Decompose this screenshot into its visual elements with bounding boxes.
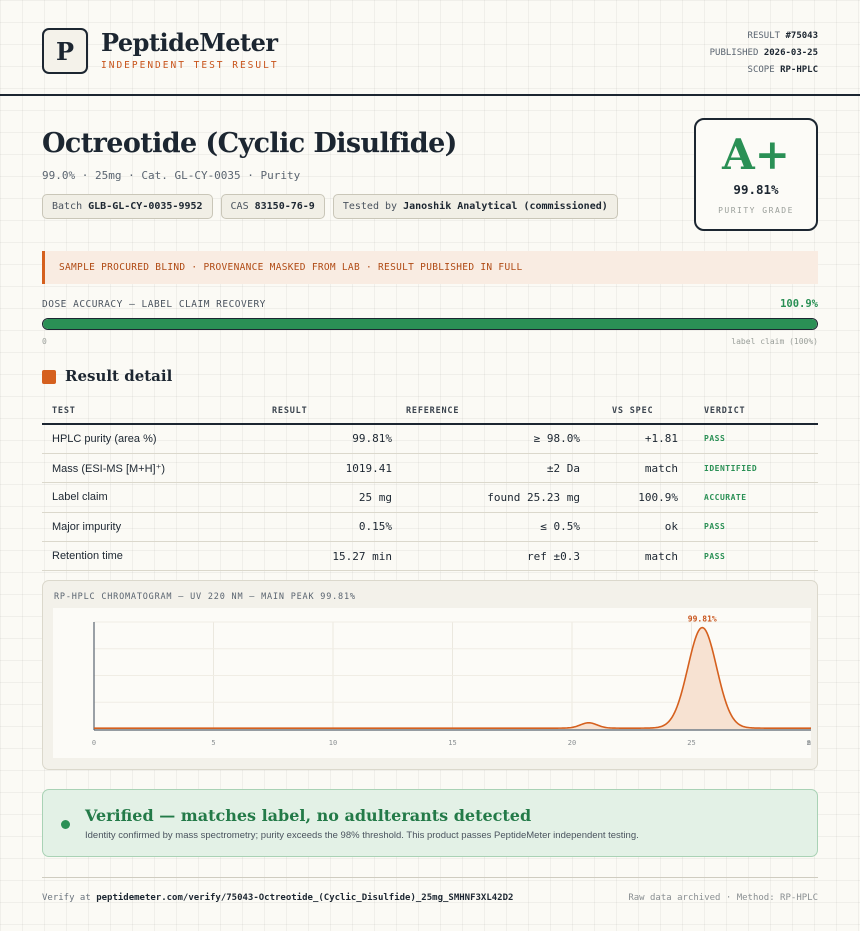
cell-test: Mass (ESI-MS [M+H]⁺) [42,453,262,484]
results-table: TEST RESULT REFERENCE VS SPEC VERDICT HP… [42,398,818,572]
batch-chip: Batch GLB-GL-CY-0035-9952 [42,194,213,219]
scope-label: SCOPE [747,65,775,75]
bar-max-label: label claim (100%) [731,337,818,346]
chromatogram-card: RP-HPLC CHROMATOGRAM — UV 220 NM — MAIN … [42,580,818,770]
verify-url-link[interactable]: peptidemeter.com/verify/75043-Octreotide… [96,893,513,903]
verify-link-text: Verify at peptidemeter.com/verify/75043-… [42,893,513,903]
x-tick-label: 25 [687,739,695,747]
cell-verdict: PASS [678,512,818,543]
grade-label: PURITY GRADE [718,206,794,215]
cell-reference: ref ±0.3 [392,541,580,572]
verification-banner: Verified — matches label, no adulterants… [42,789,818,857]
chip-value: Janoshik Analytical (commissioned) [403,201,608,212]
verify-prefix: Verify at [42,893,91,903]
column-header-reference: REFERENCE [392,398,580,425]
chromatogram-chart: 051015202530min99.81% [53,608,811,758]
table-row: HPLC purity (area %) 99.81% ≥ 98.0% +1.8… [42,424,818,454]
brand-name: PeptideMeter [101,28,278,57]
column-header-test: TEST [42,398,262,425]
table-row: Mass (ESI-MS [M+H]⁺) 1019.41 ±2 Da match… [42,453,818,484]
product-title: Octreotide (Cyclic Disulfide) [42,128,457,159]
chip-value: 83150-76-9 [254,201,315,212]
result-id: #75043 [785,31,818,41]
result-detail-title: Result detail [65,367,173,385]
x-tick-label: 0 [92,739,96,747]
brand-tagline: INDEPENDENT TEST RESULT [101,60,279,71]
table-row: Label claim 25 mg found 25.23 mg 100.9% … [42,482,818,513]
chromatogram-title: RP-HPLC CHROMATOGRAM — UV 220 NM — MAIN … [54,592,356,602]
product-subtitle: 99.0% · 25mg · Cat. GL-CY-0035 · Purity [42,169,301,182]
cell-result: 1019.41 [262,453,392,484]
chip-label: Batch [52,201,83,212]
cell-vs-spec: ok [580,512,678,543]
product-chips: Batch GLB-GL-CY-0035-9952 CAS 83150-76-9… [42,194,618,219]
x-unit-label: min [807,739,811,747]
cell-result: 99.81% [262,424,392,454]
result-id-label: RESULT [747,31,781,41]
dose-accuracy-value: 100.9% [780,298,818,310]
verification-title: Verified — matches label, no adulterants… [85,806,532,825]
cell-reference: ≥ 98.0% [392,424,580,454]
logo-mark: P [42,28,88,74]
verified-dot-icon [61,820,70,829]
peak-annotation: 99.81% [688,615,717,624]
cell-result: 15.27 min [262,541,392,572]
cell-test: Major impurity [42,512,262,543]
x-tick-label: 10 [329,739,337,747]
scope-value: RP-HPLC [780,65,818,75]
cell-verdict: IDENTIFIED [678,453,818,484]
x-tick-label: 15 [448,739,456,747]
cell-test: Retention time [42,541,262,572]
tested-by-chip: Tested by Janoshik Analytical (commissio… [332,194,618,219]
purity-grade-card: A+ 99.81% PURITY GRADE [694,118,818,231]
chip-label: CAS [230,201,249,212]
dose-accuracy-label: DOSE ACCURACY — LABEL CLAIM RECOVERY [42,299,266,310]
verification-description: Identity confirmed by mass spectrometry;… [85,830,639,841]
report-header: P PeptideMeter INDEPENDENT TEST RESULT R… [0,0,860,96]
grade-letter: A+ [722,130,790,179]
blind-procurement-notice: SAMPLE PROCURED BLIND · PROVENANCE MASKE… [42,251,818,284]
column-header-result: RESULT [262,398,392,425]
column-header-vs-spec: VS SPEC [580,398,678,425]
dose-accuracy-bar [42,318,818,330]
bar-min-label: 0 [42,337,47,346]
footer-divider [42,877,818,878]
cell-vs-spec: +1.81 [580,424,678,454]
cell-reference: ≤ 0.5% [392,512,580,543]
chip-label: Tested by [342,201,398,212]
grade-value: 99.81% [733,182,779,197]
cas-chip: CAS 83150-76-9 [220,194,325,219]
table-row: Major impurity 0.15% ≤ 0.5% ok PASS [42,512,818,543]
table-row: Retention time 15.27 min ref ±0.3 match … [42,541,818,572]
dose-accuracy-fill [43,319,817,329]
column-header-verdict: VERDICT [678,398,818,425]
cell-verdict: PASS [678,541,818,572]
cell-vs-spec: 100.9% [580,482,678,513]
cell-vs-spec: match [580,541,678,572]
cell-reference: found 25.23 mg [392,482,580,513]
cell-test: Label claim [42,482,262,513]
cell-vs-spec: match [580,453,678,484]
cell-test: HPLC purity (area %) [42,424,262,454]
x-tick-label: 5 [211,739,215,747]
section-marker-icon [42,370,56,384]
published-label: PUBLISHED [709,48,759,58]
archive-note: Raw data archived · Method: RP-HPLC [628,893,818,903]
chip-value: GLB-GL-CY-0035-9952 [88,201,203,212]
published-date: 2026-03-25 [763,48,818,58]
cell-reference: ±2 Da [392,453,580,484]
cell-verdict: ACCURATE [678,482,818,513]
x-tick-label: 20 [568,739,576,747]
cell-result: 0.15% [262,512,392,543]
result-meta: RESULT #75043 PUBLISHED 2026-03-25 SCOPE… [710,28,818,79]
table-header-row: TEST RESULT REFERENCE VS SPEC VERDICT [42,398,818,425]
cell-result: 25 mg [262,482,392,513]
cell-verdict: PASS [678,424,818,454]
